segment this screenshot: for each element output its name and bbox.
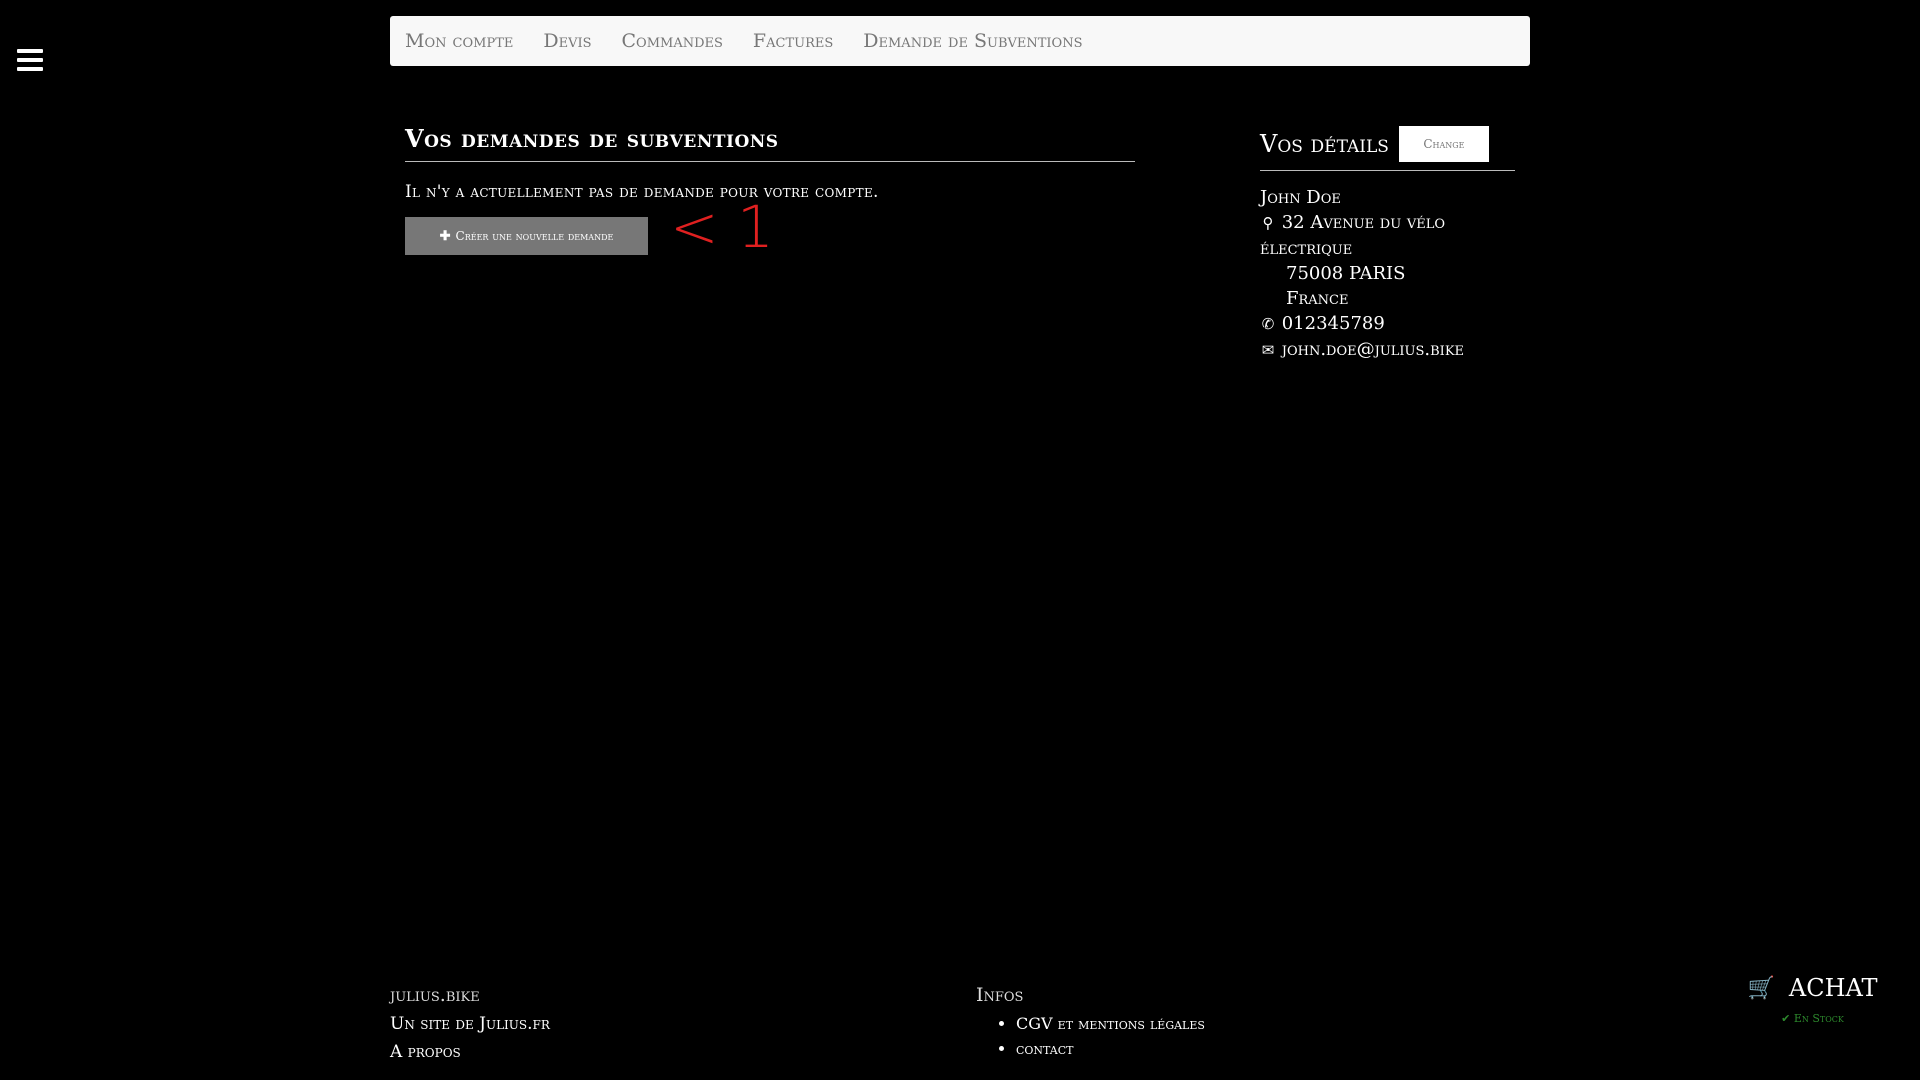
customer-name: John Doe [1260,187,1341,208]
address-line1: 32 Avenue du vélo électrique [1260,212,1446,259]
details-panel: Vos détails Change John Doe ⚲ 32 Avenue … [1260,126,1515,363]
nav-mon-compte[interactable]: Mon compte [405,30,513,52]
details-title: Vos détails [1260,130,1389,158]
footer-brand-column: julius.bike Un site de Julius.fr A propo… [390,984,550,1070]
page-title: Vos demandes de subventions [405,124,1135,162]
menu-hamburger-icon[interactable] [17,49,43,71]
footer-about-link[interactable]: A propos [390,1042,550,1062]
account-nav: Mon compte Devis Commandes Factures Dema… [390,16,1530,66]
stock-status: ✔ En Stock [1745,1012,1880,1025]
map-marker-icon: ⚲ [1262,214,1274,232]
create-request-button[interactable]: ✚ Créer une nouvelle demande [405,217,648,255]
address-country: France [1286,288,1349,309]
empty-state-message: Il n'y a actuellement pas de demande pou… [405,182,879,202]
cart-icon: 🛒 [1747,975,1775,1001]
envelope-icon: ✉ [1261,341,1275,359]
step-annotation: < 1 [670,193,774,261]
email-address: john.doe@julius.bike [1281,339,1465,360]
nav-factures[interactable]: Factures [753,30,833,52]
footer-contact-link[interactable]: contact [1016,1039,1205,1058]
footer-cgv-link[interactable]: CGV et mentions légales [1016,1014,1205,1033]
change-button[interactable]: Change [1398,126,1489,162]
check-icon: ✔ [1781,1012,1791,1025]
nav-commandes[interactable]: Commandes [622,30,723,52]
details-header: Vos détails Change [1260,126,1515,171]
address-line2: 75008 PARIS [1286,263,1406,284]
cart-row: 🛒 ACHAT [1745,974,1880,1002]
cart-label: ACHAT [1788,974,1878,1002]
address-block: ⚲ 32 Avenue du vélo électrique [1260,210,1515,261]
footer-infos-list: CGV et mentions légales contact [976,1014,1205,1058]
nav-devis[interactable]: Devis [543,30,591,52]
nav-demande-subventions[interactable]: Demande de Subventions [863,30,1082,52]
footer-infos-column: Infos CGV et mentions légales contact [976,984,1205,1064]
stock-label: En Stock [1793,1012,1844,1025]
plus-icon: ✚ [439,228,451,244]
footer-infos-title: Infos [976,984,1024,1006]
cart-widget[interactable]: 🛒 ACHAT ✔ En Stock [1745,974,1880,1025]
email-row: ✉ john.doe@julius.bike [1260,337,1515,363]
phone-number: 012345789 [1281,313,1385,334]
phone-row: ✆ 012345789 [1260,311,1515,337]
phone-icon: ✆ [1261,315,1275,333]
details-body: John Doe ⚲ 32 Avenue du vélo électrique … [1260,185,1515,363]
create-request-label: Créer une nouvelle demande [455,229,614,243]
footer-brand: julius.bike [390,984,480,1006]
footer-site-link[interactable]: Un site de Julius.fr [390,1014,550,1034]
